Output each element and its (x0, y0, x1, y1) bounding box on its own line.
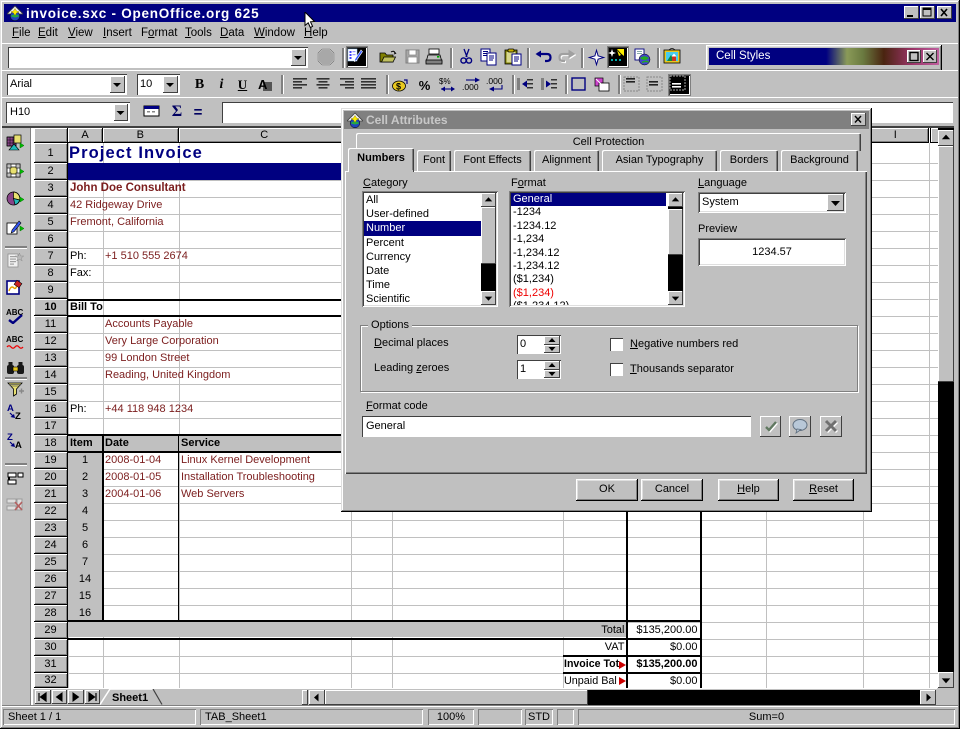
svg-text:A: A (15, 440, 22, 450)
svg-text:.000: .000 (462, 82, 479, 92)
svg-text:Z: Z (15, 411, 21, 421)
svg-text:.000: .000 (486, 76, 503, 86)
svg-text:A: A (258, 77, 268, 92)
svg-text:$%: $% (439, 77, 451, 86)
svg-text:Z: Z (7, 432, 13, 443)
svg-text:ABC: ABC (6, 335, 24, 344)
svg-text:A: A (7, 403, 14, 414)
svg-text:Sheet1: Sheet1 (112, 692, 148, 704)
svg-text:$: $ (396, 82, 401, 92)
